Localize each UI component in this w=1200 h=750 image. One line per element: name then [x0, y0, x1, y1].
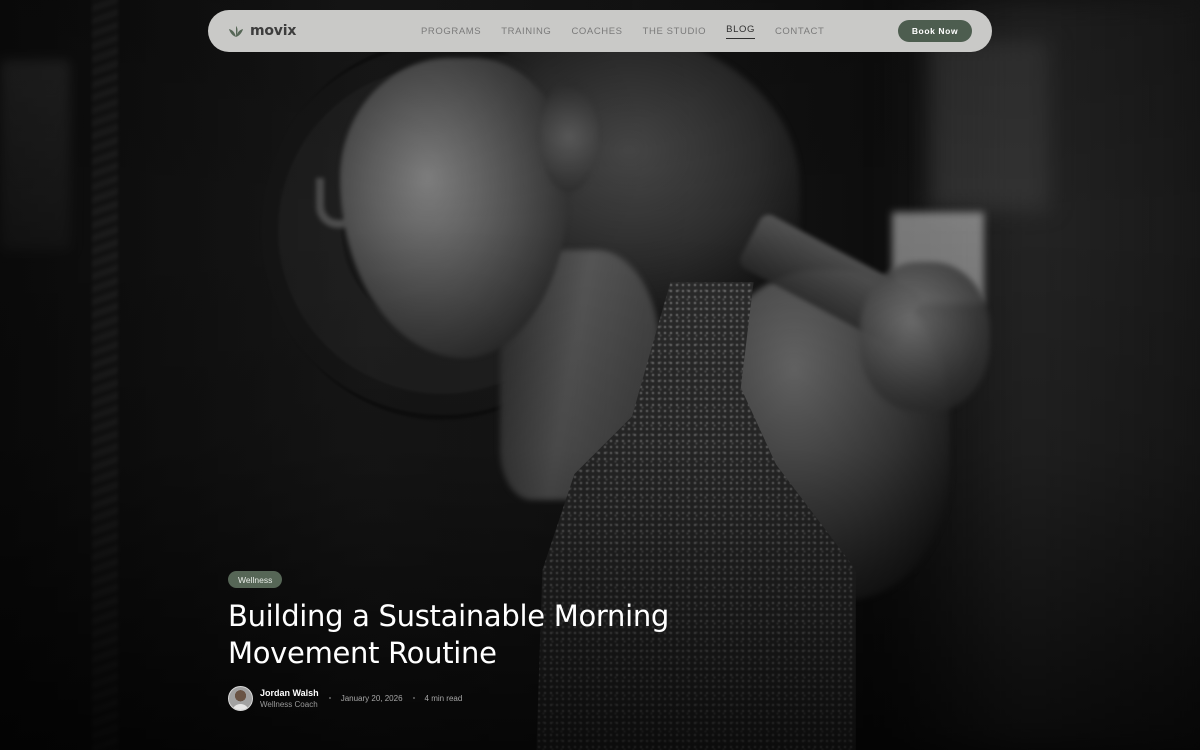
nav-programs[interactable]: PROGRAMS: [421, 26, 481, 37]
article-title: Building a Sustainable Morning Movement …: [228, 599, 670, 670]
book-now-button[interactable]: Book Now: [898, 20, 972, 42]
author-name: Jordan Walsh: [260, 687, 319, 698]
nav-training[interactable]: TRAINING: [501, 26, 551, 37]
brand-name: movix: [250, 23, 297, 39]
publish-date: January 20, 2026: [340, 693, 403, 703]
author-info: Jordan Walsh Wellness Coach: [260, 688, 319, 709]
meta-separator: [412, 697, 415, 699]
leaf-icon: [229, 26, 243, 37]
category-tag[interactable]: Wellness: [228, 571, 283, 588]
nav-blog[interactable]: BLOG: [726, 24, 755, 39]
author-role: Wellness Coach: [260, 699, 318, 709]
author-avatar: [228, 685, 253, 711]
nav-coaches[interactable]: COACHES: [571, 26, 622, 37]
nav-contact[interactable]: CONTACT: [775, 26, 824, 37]
top-navbar: movix PROGRAMS TRAINING COACHES THE STUD…: [208, 10, 992, 52]
brand-logo[interactable]: movix: [228, 23, 296, 39]
read-time: 4 min read: [424, 693, 463, 703]
article-meta: Jordan Walsh Wellness Coach January 20, …: [228, 684, 462, 712]
main-menu: PROGRAMS TRAINING COACHES THE STUDIO BLO…: [421, 10, 824, 52]
nav-the-studio[interactable]: THE STUDIO: [643, 26, 707, 37]
meta-separator: [328, 697, 331, 699]
